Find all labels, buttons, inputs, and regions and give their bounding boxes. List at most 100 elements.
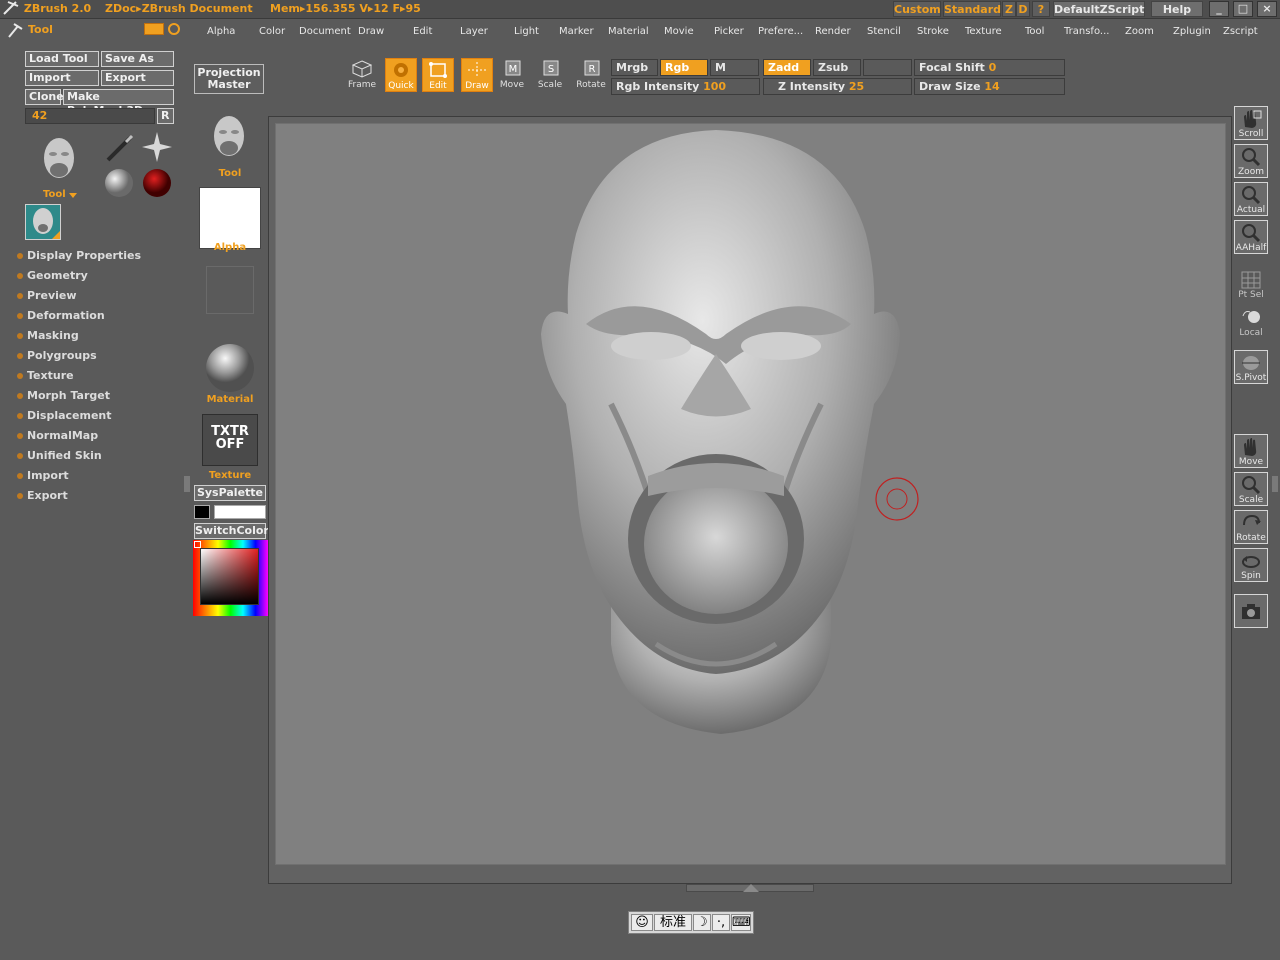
zcut-button[interactable] (863, 59, 912, 76)
ime-logo-icon[interactable]: ☺ (631, 914, 653, 931)
rotate-view-button[interactable]: Rotate (1234, 510, 1268, 544)
main-color-swatch[interactable] (214, 505, 266, 519)
menu-tool[interactable]: Tool (1025, 26, 1044, 37)
zadd-button[interactable]: Zadd (763, 59, 811, 76)
ime-mode[interactable]: 标准 (654, 914, 692, 931)
menu-document[interactable]: Document (299, 26, 351, 37)
menu-zscript[interactable]: Zscript (1223, 26, 1258, 37)
right-tray-toggle-icon[interactable] (1272, 476, 1278, 492)
rotate-button[interactable]: R Rotate (575, 58, 607, 92)
menu-marker[interactable]: Marker (559, 26, 594, 37)
subpalette-polygroups[interactable]: Polygroups (17, 349, 97, 362)
sphere-tool-icon[interactable] (104, 168, 134, 198)
subpalette-masking[interactable]: Masking (17, 329, 79, 342)
tool-count-slider[interactable]: 42 (25, 108, 155, 124)
alpha-label[interactable]: Alpha (192, 242, 268, 253)
actual-button[interactable]: Actual (1234, 182, 1268, 216)
menu-material[interactable]: Material (608, 26, 649, 37)
menu-prefere[interactable]: Prefere... (758, 26, 803, 37)
help-button[interactable]: Help (1151, 1, 1203, 17)
tool-shelf-label[interactable]: Tool (192, 168, 268, 179)
subpalette-export[interactable]: Export (17, 489, 68, 502)
mrgb-button[interactable]: Mrgb (611, 59, 658, 76)
current-tool-thumbnail[interactable] (25, 204, 61, 240)
tool-shelf-thumbnail[interactable] (206, 110, 252, 166)
move-view-button[interactable]: Move (1234, 434, 1268, 468)
menu-zplugin[interactable]: Zplugin (1173, 26, 1211, 37)
menu-edit[interactable]: Edit (413, 26, 432, 37)
scale-view-button[interactable]: Scale (1234, 472, 1268, 506)
menu-light[interactable]: Light (514, 26, 539, 37)
rgb-button[interactable]: Rgb (660, 59, 708, 76)
focal-shift-slider[interactable]: Focal Shift 0 (914, 59, 1065, 76)
menu-layer[interactable]: Layer (460, 26, 488, 37)
syspalette-button[interactable]: SysPalette (194, 485, 266, 501)
default-zscript-button[interactable]: DefaultZScript (1053, 1, 1145, 17)
zsub-button[interactable]: Zsub (813, 59, 861, 76)
subpalette-import[interactable]: Import (17, 469, 69, 482)
red-sphere-tool-icon[interactable] (142, 168, 172, 198)
menu-color[interactable]: Color (259, 26, 285, 37)
z-button[interactable]: Z (1002, 1, 1016, 17)
spin-button[interactable]: Spin (1234, 548, 1268, 582)
ime-keyboard-icon[interactable]: ⌨ (731, 914, 751, 931)
refresh-icon[interactable] (168, 23, 180, 35)
snapshot-button[interactable] (1234, 594, 1268, 628)
subpalette-geometry[interactable]: Geometry (17, 269, 88, 282)
subpalette-display-properties[interactable]: Display Properties (16, 249, 141, 262)
scale-button[interactable]: S Scale (534, 58, 566, 92)
scroll-button[interactable]: Scroll (1234, 106, 1268, 140)
star-tool-icon[interactable] (140, 130, 174, 164)
subpalette-displacement[interactable]: Displacement (17, 409, 112, 422)
ptsel-button[interactable]: Pt Sel (1234, 268, 1268, 302)
subpalette-preview[interactable]: Preview (17, 289, 77, 302)
material-sphere-icon[interactable] (204, 342, 256, 394)
palette-dropdown-icon[interactable] (144, 23, 164, 35)
rgb-intensity-slider[interactable]: Rgb Intensity 100 (611, 78, 760, 95)
head-tool-thumbnail[interactable] (36, 132, 82, 188)
subpalette-deformation[interactable]: Deformation (17, 309, 105, 322)
restore-icon[interactable]: □ (1233, 1, 1253, 17)
canvas[interactable] (275, 123, 1226, 865)
alpha-swatch[interactable] (199, 187, 261, 249)
menu-render[interactable]: Render (815, 26, 851, 37)
sculpted-head-model[interactable] (276, 124, 1226, 865)
save-as-button[interactable]: Save As (101, 51, 174, 67)
color-picker-cursor-icon[interactable] (194, 541, 201, 548)
brush-tool-icon[interactable] (104, 132, 136, 164)
menu-texture[interactable]: Texture (965, 26, 1002, 37)
local-button[interactable]: Local (1234, 306, 1268, 340)
collapse-arrow-icon[interactable] (743, 884, 759, 892)
subpalette-texture[interactable]: Texture (17, 369, 74, 382)
texture-label[interactable]: Texture (192, 470, 268, 481)
draw-button[interactable]: Draw (461, 58, 493, 92)
menu-movie[interactable]: Movie (664, 26, 694, 37)
ime-moon-icon[interactable]: ☽ (693, 914, 711, 931)
left-tray-toggle-icon[interactable] (184, 476, 190, 492)
color-gradient-square[interactable] (200, 548, 259, 605)
secondary-color-swatch[interactable] (194, 505, 210, 519)
m-button[interactable]: M (710, 59, 759, 76)
load-tool-button[interactable]: Load Tool (25, 51, 99, 67)
tool-dropdown-icon[interactable] (69, 193, 77, 198)
export-button[interactable]: Export (101, 70, 174, 86)
minimize-icon[interactable]: _ (1209, 1, 1229, 17)
import-button[interactable]: Import (25, 70, 99, 86)
texture-off-button[interactable]: TXTR OFF (202, 414, 258, 466)
subpalette-normalmap[interactable]: NormalMap (16, 429, 98, 442)
spivot-button[interactable]: S.Pivot (1234, 350, 1268, 384)
draw-size-slider[interactable]: Draw Size 14 (914, 78, 1065, 95)
custom-button[interactable]: Custom (893, 1, 941, 17)
aahalf-button[interactable]: AAHalf (1234, 220, 1268, 254)
menu-picker[interactable]: Picker (714, 26, 744, 37)
menu-stencil[interactable]: Stencil (867, 26, 901, 37)
subpalette-unified-skin[interactable]: Unified Skin (17, 449, 102, 462)
menu-zoom[interactable]: Zoom (1125, 26, 1154, 37)
canvas-resize-handle[interactable] (686, 884, 814, 892)
tool-pin-icon[interactable] (6, 21, 24, 39)
r-button[interactable]: R (157, 108, 174, 124)
d-button[interactable]: D (1016, 1, 1030, 17)
help-question-button[interactable]: ? (1032, 1, 1050, 17)
z-intensity-slider[interactable]: Z Intensity 25 (763, 78, 912, 95)
ime-punctuation-icon[interactable]: ·, (712, 914, 730, 931)
